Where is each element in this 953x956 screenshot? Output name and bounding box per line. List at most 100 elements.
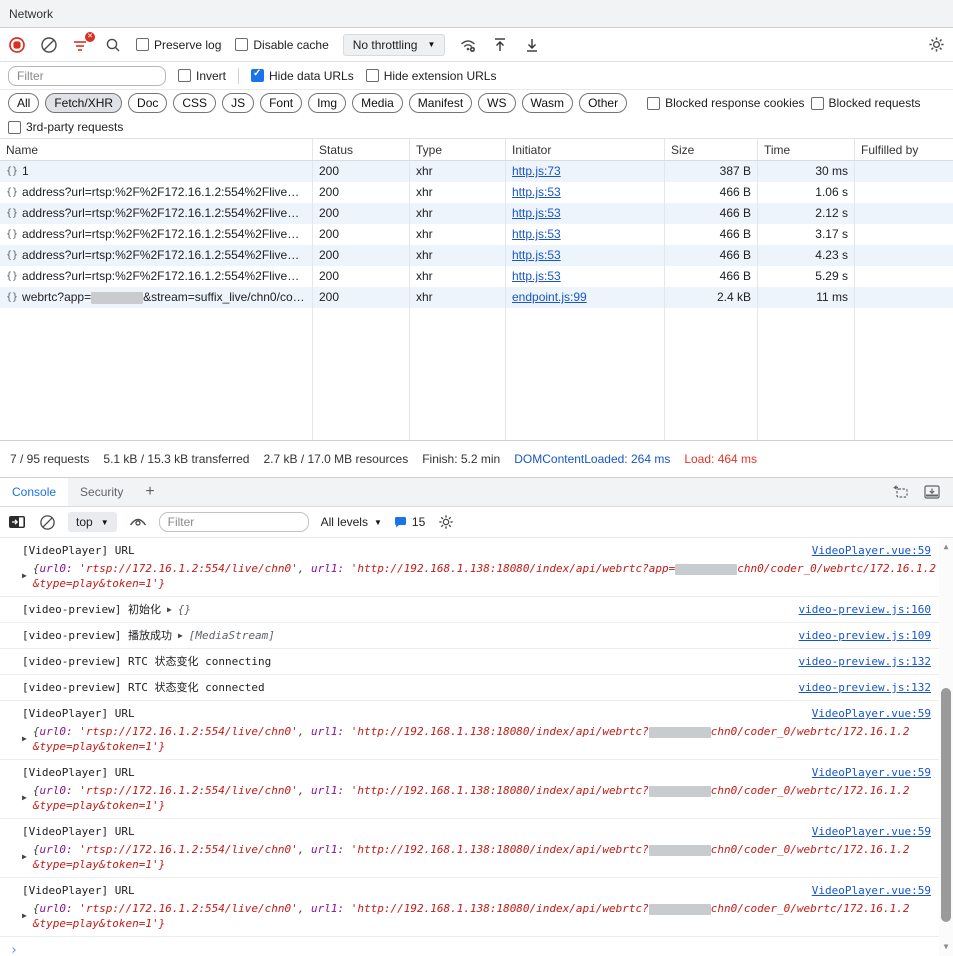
column-header-status[interactable]: Status [313,139,410,160]
disable-cache-checkbox[interactable]: Disable cache [235,38,328,52]
hide-data-urls-checkbox-box[interactable] [251,69,264,82]
initiator-link[interactable]: http.js:53 [512,269,561,283]
expand-triangle-icon[interactable]: ▶ [22,571,27,591]
scrollbar-thumb[interactable] [941,688,951,922]
table-row[interactable]: {}address?url=rtsp:%2F%2F172.16.1.2:554%… [0,245,953,266]
object-preview[interactable]: {url0: 'rtsp://172.16.1.2:554/live/chn0'… [33,724,910,754]
request-name[interactable]: address?url=rtsp:%2F%2F172.16.1.2:554%2F… [22,224,306,245]
request-name[interactable]: address?url=rtsp:%2F%2F172.16.1.2:554%2F… [22,203,306,224]
object-preview[interactable]: {url0: 'rtsp://172.16.1.2:554/live/chn0'… [33,842,910,872]
table-row[interactable]: {}address?url=rtsp:%2F%2F172.16.1.2:554%… [0,266,953,287]
context-selector[interactable]: top ▼ [68,512,117,532]
source-link[interactable]: VideoPlayer.vue:59 [812,765,931,780]
initiator-link[interactable]: http.js:53 [512,227,561,241]
chip-doc[interactable]: Doc [128,93,167,113]
source-link[interactable]: VideoPlayer.vue:59 [812,706,931,721]
clear-network-icon[interactable] [40,36,58,54]
tab-console[interactable]: Console [0,478,68,506]
source-link[interactable]: video-preview.js:160 [799,602,931,617]
request-name[interactable]: address?url=rtsp:%2F%2F172.16.1.2:554%2F… [22,182,306,203]
search-icon[interactable] [104,36,122,54]
console-settings-gear-icon[interactable] [437,513,455,531]
undock-drawer-icon[interactable] [891,483,909,501]
hide-extension-urls-checkbox-box[interactable] [366,69,379,82]
column-header-time[interactable]: Time [758,139,855,160]
initiator-link[interactable]: http.js:53 [512,185,561,199]
chip-font[interactable]: Font [260,93,302,113]
live-expression-eye-icon[interactable] [129,513,147,531]
source-link[interactable]: video-preview.js:132 [799,654,931,669]
console-scrollbar[interactable]: ▲ ▼ [939,538,953,956]
chip-js[interactable]: JS [222,93,254,113]
request-name[interactable]: address?url=rtsp:%2F%2F172.16.1.2:554%2F… [22,266,306,287]
blocked-cookies-checkbox[interactable]: Blocked response cookies [647,96,804,110]
table-row[interactable]: {}address?url=rtsp:%2F%2F172.16.1.2:554%… [0,203,953,224]
table-row[interactable]: {}webrtc?app=&stream=suffix_live/chn0/co… [0,287,953,308]
expand-triangle-icon[interactable]: ▶ [178,628,183,643]
expand-triangle-icon[interactable]: ▶ [22,911,27,931]
scroll-down-icon[interactable]: ▼ [939,940,953,954]
request-name[interactable]: webrtc?app=&stream=suffix_live/chn0/code… [22,287,306,308]
invert-checkbox[interactable]: Invert [178,69,226,83]
add-tab-icon[interactable]: + [135,483,164,501]
column-header-name[interactable]: Name [0,139,313,160]
column-header-size[interactable]: Size [665,139,758,160]
chip-fetch-xhr[interactable]: Fetch/XHR [45,93,122,113]
object-preview[interactable]: {url0: 'rtsp://172.16.1.2:554/live/chn0'… [33,561,936,591]
source-link[interactable]: video-preview.js:132 [799,680,931,695]
disable-cache-checkbox-box[interactable] [235,38,248,51]
table-row[interactable]: {}1 200 xhr http.js:73 387 B 30 ms [0,161,953,182]
chip-all[interactable]: All [8,93,39,113]
source-link[interactable]: VideoPlayer.vue:59 [812,883,931,898]
table-row[interactable]: {}address?url=rtsp:%2F%2F172.16.1.2:554%… [0,182,953,203]
object-preview[interactable]: {} [178,602,191,617]
chip-media[interactable]: Media [352,93,403,113]
chip-img[interactable]: Img [308,93,346,113]
request-name[interactable]: address?url=rtsp:%2F%2F172.16.1.2:554%2F… [22,245,306,266]
invert-checkbox-box[interactable] [178,69,191,82]
initiator-link[interactable]: http.js:53 [512,206,561,220]
network-filter-input[interactable] [8,66,166,86]
scroll-up-icon[interactable]: ▲ [939,540,953,554]
object-preview[interactable]: [MediaStream] [189,628,275,643]
chip-manifest[interactable]: Manifest [409,93,472,113]
chip-ws[interactable]: WS [478,93,515,113]
source-link[interactable]: VideoPlayer.vue:59 [812,824,931,839]
network-conditions-icon[interactable] [459,36,477,54]
source-link[interactable]: VideoPlayer.vue:59 [812,543,931,558]
column-header-initiator[interactable]: Initiator [506,139,665,160]
initiator-link[interactable]: http.js:73 [512,164,561,178]
console-filter-input[interactable] [159,512,309,532]
hide-data-urls-checkbox[interactable]: Hide data URLs [251,69,354,83]
initiator-link[interactable]: http.js:53 [512,248,561,262]
request-name[interactable]: 1 [22,161,29,182]
throttling-select[interactable]: No throttling ▼ [343,34,446,56]
chip-other[interactable]: Other [579,93,627,113]
expand-triangle-icon[interactable]: ▶ [22,734,27,754]
filter-funnel-icon[interactable]: ✕ [72,36,90,54]
blocked-requests-checkbox-box[interactable] [811,97,824,110]
record-icon[interactable] [8,36,26,54]
console-sidebar-icon[interactable] [8,513,26,531]
table-row[interactable]: {}address?url=rtsp:%2F%2F172.16.1.2:554%… [0,224,953,245]
export-har-icon[interactable] [523,36,541,54]
expand-triangle-icon[interactable]: ▶ [167,602,172,617]
blocked-cookies-checkbox-box[interactable] [647,97,660,110]
expand-triangle-icon[interactable]: ▶ [22,852,27,872]
issues-counter[interactable]: 15 [394,515,425,529]
third-party-checkbox[interactable]: 3rd-party requests [8,120,123,134]
column-header-fulfilled-by[interactable]: Fulfilled by [855,139,953,160]
chip-css[interactable]: CSS [173,93,216,113]
third-party-checkbox-box[interactable] [8,121,21,134]
chip-wasm[interactable]: Wasm [522,93,574,113]
log-levels-select[interactable]: All levels ▼ [321,515,382,529]
object-preview[interactable]: {url0: 'rtsp://172.16.1.2:554/live/chn0'… [33,783,910,813]
blocked-requests-checkbox[interactable]: Blocked requests [811,96,921,110]
preserve-log-checkbox[interactable]: Preserve log [136,38,221,52]
preserve-log-checkbox-box[interactable] [136,38,149,51]
import-har-icon[interactable] [491,36,509,54]
column-header-type[interactable]: Type [410,139,506,160]
source-link[interactable]: video-preview.js:109 [799,628,931,643]
console-prompt[interactable]: › [0,937,939,956]
network-settings-gear-icon[interactable] [927,36,945,54]
